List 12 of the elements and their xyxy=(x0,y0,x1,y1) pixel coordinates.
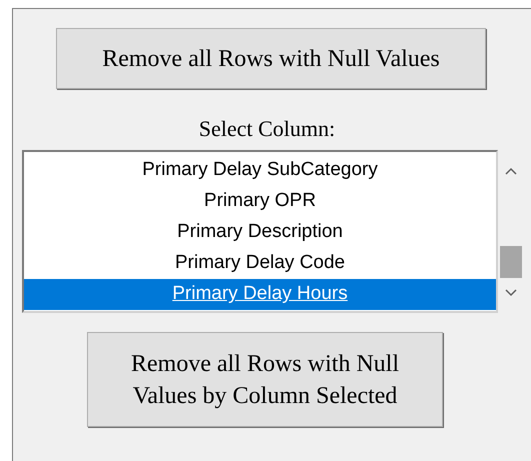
list-item[interactable]: Primary Description xyxy=(24,217,496,248)
list-item[interactable]: Primary Delay SubCategory xyxy=(24,155,496,186)
list-item[interactable]: Primary Delay Hours xyxy=(24,279,496,310)
remove-null-rows-button[interactable]: Remove all Rows with Null Values xyxy=(56,28,486,89)
select-column-label: Select Column: xyxy=(198,116,336,142)
remove-by-column-button[interactable]: Remove all Rows with Null Values by Column Selected xyxy=(87,332,443,427)
scroll-up-icon[interactable] xyxy=(505,167,517,175)
scroll-down-icon[interactable] xyxy=(505,289,517,297)
list-item[interactable]: Primary Delay Code xyxy=(24,248,496,279)
scroll-thumb[interactable] xyxy=(500,246,522,278)
column-list[interactable]: Primary Delay SubCategory Primary OPR Primary Description Primary Delay Code Primary Delay Hours xyxy=(22,150,498,313)
list-item[interactable]: Primary OPR xyxy=(24,186,496,217)
